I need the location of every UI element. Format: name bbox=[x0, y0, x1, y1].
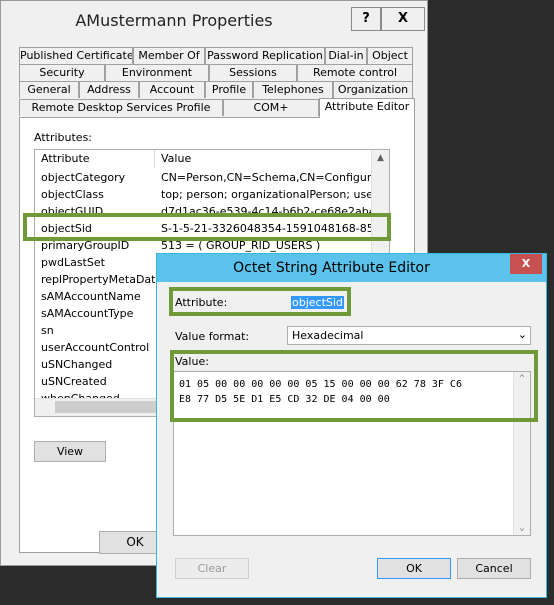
tab-attribute-editor[interactable]: Attribute Editor bbox=[319, 98, 415, 118]
tab-general[interactable]: General bbox=[19, 81, 79, 98]
column-header-value[interactable]: Value bbox=[155, 150, 373, 168]
column-header-attribute[interactable]: Attribute bbox=[35, 150, 155, 168]
tab-account[interactable]: Account bbox=[139, 81, 205, 98]
attribute-name-cell: sAMAccountType bbox=[41, 307, 134, 320]
attribute-name-cell: userAccountControl bbox=[41, 341, 150, 354]
attribute-value-cell: top; person; organizationalPerson; user bbox=[161, 188, 373, 201]
value-format-label: Value format: bbox=[175, 330, 250, 343]
value-scroll-down-arrow[interactable]: ⌄ bbox=[514, 521, 530, 535]
cancel-button[interactable]: Cancel bbox=[457, 558, 531, 579]
tab-com-plus[interactable]: COM+ bbox=[223, 99, 319, 116]
tab-sessions[interactable]: Sessions bbox=[209, 64, 297, 81]
octet-string-editor-dialog: Octet String Attribute Editor X Attribut… bbox=[156, 253, 547, 598]
value-highlight bbox=[170, 350, 538, 422]
tab-remote-control[interactable]: Remote control bbox=[297, 64, 413, 81]
tab-remote-desktop-services-profile[interactable]: Remote Desktop Services Profile bbox=[19, 99, 223, 116]
table-row[interactable]: objectCategory CN=Person,CN=Schema,CN=Con… bbox=[35, 169, 373, 186]
octet-title: Octet String Attribute Editor bbox=[233, 260, 430, 276]
tab-published-certificates[interactable]: Published Certificates bbox=[19, 47, 133, 64]
help-button[interactable]: ? bbox=[351, 7, 381, 31]
table-row[interactable]: objectClass top; person; organizationalPe… bbox=[35, 186, 373, 203]
tab-password-replication[interactable]: Password Replication bbox=[205, 47, 325, 64]
tab-member-of[interactable]: Member Of bbox=[133, 47, 205, 64]
tab-dial-in[interactable]: Dial-in bbox=[325, 47, 367, 64]
octet-close-button[interactable]: X bbox=[510, 254, 542, 274]
tab-object[interactable]: Object bbox=[367, 47, 413, 64]
objectsid-row-highlight bbox=[23, 213, 391, 241]
value-format-select[interactable]: Hexadecimal ⌄ bbox=[287, 326, 531, 345]
attributes-label: Attributes: bbox=[34, 131, 93, 144]
attribute-name-cell: sn bbox=[41, 324, 54, 337]
tab-profile[interactable]: Profile bbox=[205, 81, 253, 98]
attribute-name-cell: replPropertyMetaData bbox=[41, 273, 156, 286]
attribute-name-cell: uSNChanged bbox=[41, 358, 113, 371]
scroll-up-arrow[interactable]: ▲ bbox=[372, 150, 389, 166]
octet-titlebar: Octet String Attribute Editor X bbox=[157, 254, 546, 282]
attribute-value-cell: CN=Person,CN=Schema,CN=Configuration,D bbox=[161, 171, 373, 184]
properties-title: AMustermann Properties bbox=[75, 11, 273, 30]
chevron-down-icon[interactable]: ⌄ bbox=[518, 328, 527, 341]
attribute-name-cell: uSNCreated bbox=[41, 375, 107, 388]
clear-button[interactable]: Clear bbox=[175, 558, 249, 579]
attribute-name-cell: pwdLastSet bbox=[41, 256, 105, 269]
attribute-name-cell: objectCategory bbox=[41, 171, 126, 184]
value-format-selected: Hexadecimal bbox=[292, 329, 364, 342]
tab-address[interactable]: Address bbox=[79, 81, 139, 98]
view-button[interactable]: View bbox=[34, 441, 106, 462]
attribute-name-cell: objectClass bbox=[41, 188, 104, 201]
octet-ok-button[interactable]: OK bbox=[377, 558, 451, 579]
tab-organization[interactable]: Organization bbox=[333, 81, 413, 98]
attribute-highlight bbox=[169, 287, 351, 316]
tab-telephones[interactable]: Telephones bbox=[253, 81, 333, 98]
close-button[interactable]: X bbox=[381, 7, 425, 31]
tab-environment[interactable]: Environment bbox=[105, 64, 209, 81]
tab-security[interactable]: Security bbox=[19, 64, 105, 81]
properties-titlebar: AMustermann Properties ? X bbox=[1, 1, 427, 39]
attribute-name-cell: sAMAccountName bbox=[41, 290, 141, 303]
